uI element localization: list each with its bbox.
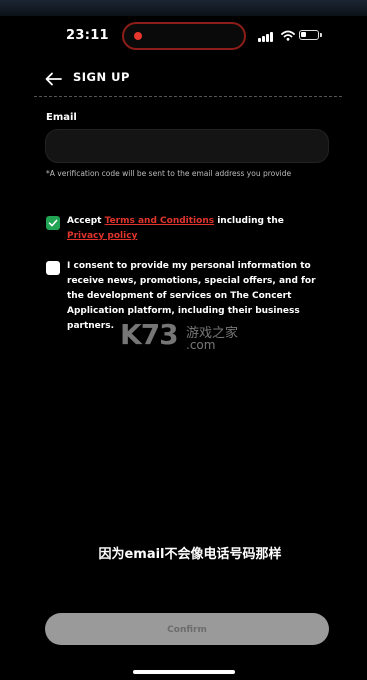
watermark-domain: .com: [186, 338, 216, 352]
terms-middle: including the: [214, 216, 284, 226]
battery-level: [301, 32, 306, 37]
cellular-signal-icon: [258, 31, 276, 42]
wifi-icon: [281, 30, 295, 41]
email-field[interactable]: [45, 129, 329, 163]
home-indicator[interactable]: [133, 670, 235, 674]
header: SIGN UP: [0, 66, 367, 94]
watermark-main: K73: [120, 318, 179, 351]
header-divider: [34, 96, 342, 97]
email-label: Email: [46, 112, 77, 123]
terms-prefix: Accept: [67, 216, 105, 226]
watermark-logo: K73 游戏之家 .com: [120, 318, 260, 358]
recording-dot-icon: [134, 32, 142, 40]
verification-hint: *A verification code will be sent to the…: [46, 169, 292, 178]
marketing-consent-checkbox[interactable]: [46, 261, 60, 275]
top-strip: [0, 0, 367, 16]
page-title: SIGN UP: [73, 70, 130, 84]
arrow-left-icon[interactable]: [44, 69, 64, 89]
status-time: 23:11: [66, 28, 109, 43]
dynamic-island: [122, 22, 246, 50]
privacy-policy-link[interactable]: Privacy policy: [67, 231, 137, 241]
sign-up-screen: 23:11 SIGN UP Email *A verification code…: [0, 0, 367, 680]
video-caption: 因为email不会像电话号码那样: [98, 547, 282, 562]
confirm-button[interactable]: Confirm: [45, 613, 329, 645]
status-bar: 23:11: [0, 18, 367, 58]
terms-link[interactable]: Terms and Conditions: [105, 216, 214, 226]
terms-checkbox[interactable]: [46, 216, 60, 230]
battery-icon: [299, 30, 319, 40]
battery-cap: [320, 33, 322, 37]
terms-consent-text: Accept Terms and Conditions including th…: [67, 214, 317, 244]
checkmark-icon: [48, 219, 58, 227]
